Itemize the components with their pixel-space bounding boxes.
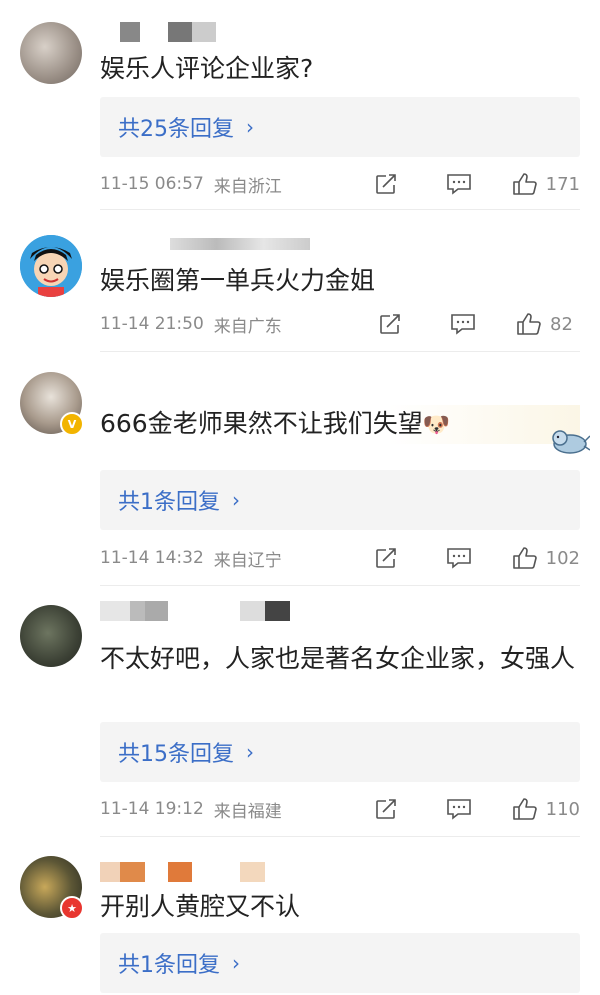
comment-text: 不太好吧，人家也是著名女企业家，女强人 (100, 644, 576, 673)
comment-meta: 11-15 06:57 来自浙江 171 (100, 169, 580, 199)
thumbs-up-icon (512, 173, 537, 195)
comment-meta: 11-14 21:50 来自广东 82 (100, 309, 580, 339)
avatar[interactable] (20, 605, 82, 667)
comment-icon (451, 314, 475, 335)
location: 来自福建 (213, 801, 282, 822)
replies-count: 共15条回复 (118, 742, 234, 767)
location: 来自广东 (213, 316, 282, 337)
comment-actions: 102 (374, 546, 580, 570)
divider (100, 836, 580, 837)
like-button[interactable]: 110 (512, 797, 580, 821)
username-blurred[interactable] (100, 862, 265, 882)
comment-button[interactable] (446, 547, 472, 569)
avatar[interactable] (20, 235, 82, 297)
seal-sticker-icon (548, 420, 591, 462)
comment-actions: 82 (378, 312, 580, 336)
thumbs-up-icon (512, 547, 537, 569)
location: 来自辽宁 (213, 550, 282, 571)
comment-button[interactable] (446, 798, 472, 820)
dog-emoji-icon: 🐶 (422, 413, 451, 438)
share-button[interactable] (374, 547, 398, 569)
like-count: 82 (550, 313, 573, 335)
username-blurred[interactable] (100, 601, 290, 621)
comment-icon (446, 548, 471, 569)
share-button[interactable] (374, 173, 398, 195)
location: 来自浙江 (213, 176, 282, 197)
flag-badge-icon: ★ (60, 896, 84, 920)
like-button[interactable]: 102 (512, 546, 580, 570)
chevron-right-icon: › (232, 488, 240, 512)
comment-actions: 171 (374, 172, 580, 196)
like-button[interactable]: 82 (516, 312, 580, 336)
replies-link[interactable]: 共15条回复 › (100, 722, 580, 782)
replies-link[interactable]: 共1条回复 › (100, 470, 580, 530)
replies-link[interactable]: 共1条回复 › (100, 933, 580, 993)
comment-icon (446, 799, 471, 820)
replies-link[interactable]: 共25条回复 › (100, 97, 580, 157)
thumbs-up-icon (517, 313, 541, 335)
timestamp: 11-14 19:12 (100, 799, 204, 819)
replies-count: 共1条回复 (118, 953, 220, 978)
comment-actions: 110 (374, 797, 580, 821)
like-count: 110 (545, 798, 580, 820)
divider (100, 351, 580, 352)
comment-text: 666金老师果然不让我们失望🐶 (100, 405, 580, 444)
divider (100, 209, 580, 210)
comment-meta: 11-14 19:12 来自福建 110 (100, 794, 580, 824)
timestamp: 11-14 14:32 (100, 548, 204, 568)
timestamp: 11-15 06:57 (100, 174, 204, 194)
chevron-right-icon: › (246, 115, 254, 139)
like-count: 102 (545, 547, 580, 569)
comment-text: 娱乐圈第一单兵火力金姐 (100, 266, 376, 295)
chevron-right-icon: › (246, 740, 254, 764)
thumbs-up-icon (512, 798, 537, 820)
share-icon (375, 548, 396, 568)
timestamp: 11-14 21:50 (100, 314, 204, 334)
username-blurred[interactable] (170, 238, 310, 250)
like-count: 171 (545, 173, 580, 195)
share-button[interactable] (374, 798, 398, 820)
share-icon (380, 314, 400, 334)
chevron-right-icon: › (232, 951, 240, 975)
comment-button[interactable] (450, 313, 476, 335)
comment-icon (446, 174, 471, 195)
share-icon (375, 799, 396, 819)
avatar[interactable] (20, 22, 82, 84)
username-blurred[interactable] (120, 22, 216, 42)
divider (100, 585, 580, 586)
share-icon (375, 174, 396, 194)
comment-button[interactable] (446, 173, 472, 195)
verified-badge-icon: V (60, 412, 84, 436)
share-button[interactable] (378, 313, 402, 335)
replies-count: 共25条回复 (118, 117, 234, 142)
comment-meta: 11-14 14:32 来自辽宁 102 (100, 543, 580, 573)
replies-count: 共1条回复 (118, 490, 220, 515)
like-button[interactable]: 171 (512, 172, 580, 196)
comment-text: 开别人黄腔又不认 (100, 892, 301, 921)
comment-text: 娱乐人评论企业家? (100, 54, 314, 83)
cartoon-boy-icon (20, 235, 82, 297)
comment-text-content: 666金老师果然不让我们失望 (100, 409, 423, 438)
